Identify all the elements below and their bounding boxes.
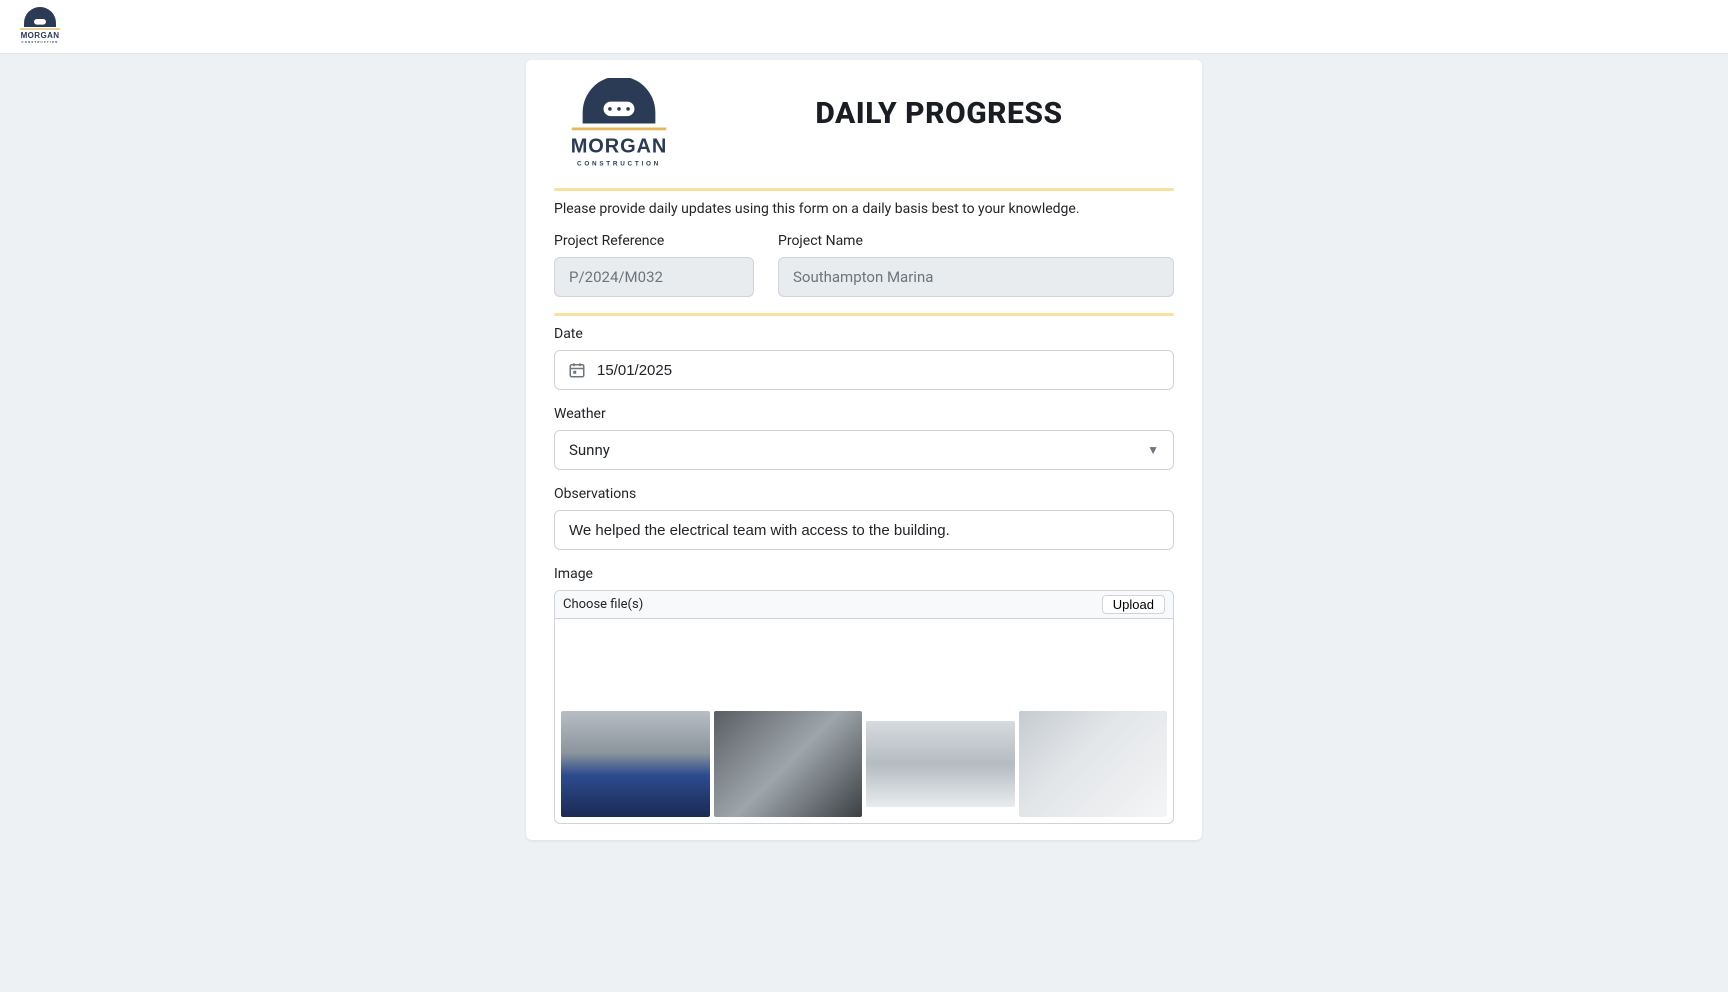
svg-text:MORGAN: MORGAN xyxy=(21,31,60,40)
svg-text:MORGAN: MORGAN xyxy=(571,136,668,158)
choose-files-label[interactable]: Choose file(s) xyxy=(563,597,643,612)
image-upload-box: Choose file(s) Upload xyxy=(554,590,1174,824)
divider xyxy=(554,188,1174,191)
form-header: MORGAN CONSTRUCTION DAILY PROGRESS xyxy=(554,72,1174,184)
weather-select[interactable]: Sunny ▼ xyxy=(554,430,1174,470)
form-title: DAILY PROGRESS xyxy=(704,78,1174,131)
date-input[interactable] xyxy=(554,350,1174,390)
brand-logo-small: MORGAN CONSTRUCTION xyxy=(16,7,64,47)
svg-text:CONSTRUCTION: CONSTRUCTION xyxy=(22,40,59,44)
project-reference-field: P/2024/M032 xyxy=(554,257,754,297)
image-thumbnail[interactable] xyxy=(1019,711,1168,817)
observations-label: Observations xyxy=(554,486,1174,502)
svg-text:CONSTRUCTION: CONSTRUCTION xyxy=(577,160,661,167)
topbar: MORGAN CONSTRUCTION xyxy=(0,0,1728,54)
page: MORGAN CONSTRUCTION DAILY PROGRESS Pleas… xyxy=(0,54,1728,880)
brand-logo-large: MORGAN CONSTRUCTION xyxy=(554,78,684,178)
form-card: MORGAN CONSTRUCTION DAILY PROGRESS Pleas… xyxy=(526,60,1202,840)
project-reference-label: Project Reference xyxy=(554,233,754,249)
weather-value: Sunny xyxy=(569,441,610,459)
intro-text: Please provide daily updates using this … xyxy=(554,201,1174,217)
observations-input[interactable] xyxy=(554,510,1174,550)
image-thumbnail[interactable] xyxy=(714,711,863,817)
upload-button[interactable]: Upload xyxy=(1102,595,1165,614)
date-label: Date xyxy=(554,326,1174,342)
image-thumbnails xyxy=(555,619,1173,823)
chevron-down-icon: ▼ xyxy=(1147,443,1159,457)
calendar-icon xyxy=(568,361,586,379)
image-label: Image xyxy=(554,566,1174,582)
project-name-field: Southampton Marina xyxy=(778,257,1174,297)
image-thumbnail[interactable] xyxy=(561,711,710,817)
image-thumbnail[interactable] xyxy=(866,721,1015,807)
divider xyxy=(554,313,1174,316)
project-name-label: Project Name xyxy=(778,233,1174,249)
weather-label: Weather xyxy=(554,406,1174,422)
